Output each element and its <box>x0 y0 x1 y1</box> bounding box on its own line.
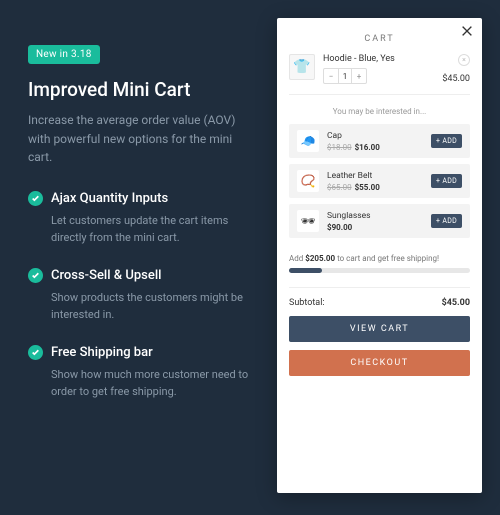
product-name: Hoodie - Blue, Yes <box>323 54 434 64</box>
qty-value: 1 <box>338 69 352 83</box>
progress-bar <box>289 268 470 273</box>
ship-text-suffix: to cart and get free shipping! <box>335 254 439 263</box>
suggestions-header: You may be interested in... <box>289 107 470 116</box>
promo-description: Increase the average order value (AOV) w… <box>28 111 258 167</box>
feature-free-shipping: Free Shipping bar Show how much more cus… <box>28 345 258 400</box>
product-thumb: 👕 <box>289 54 315 80</box>
check-icon <box>28 345 43 360</box>
quantity-stepper[interactable]: − 1 + <box>323 68 367 84</box>
subtotal-label: Subtotal: <box>289 298 325 308</box>
feature-ajax-qty: Ajax Quantity Inputs Let customers updat… <box>28 191 258 246</box>
qty-minus[interactable]: − <box>324 69 338 83</box>
progress-fill <box>289 268 322 273</box>
product-thumb: 🕶 <box>297 210 319 232</box>
ship-text-prefix: Add <box>289 254 305 263</box>
subtotal-row: Subtotal: $45.00 <box>289 287 470 308</box>
sale-price: $90.00 <box>327 223 352 232</box>
suggestion-item: 🕶 Sunglasses $90.00 + ADD <box>289 204 470 238</box>
check-icon <box>28 191 43 206</box>
feature-title: Cross-Sell & Upsell <box>51 268 161 283</box>
product-thumb: 📿 <box>297 170 319 192</box>
old-price: $18.00 <box>327 143 352 152</box>
suggestion-item: 🧢 Cap $18.00$16.00 + ADD <box>289 124 470 158</box>
feature-desc: Show products the customers might be int… <box>28 289 258 323</box>
check-icon <box>28 268 43 283</box>
feature-title: Ajax Quantity Inputs <box>51 191 168 206</box>
qty-plus[interactable]: + <box>352 69 366 83</box>
cart-title: CART <box>289 34 470 44</box>
cart-line-item: 👕 Hoodie - Blue, Yes − 1 + × $45.00 <box>289 54 470 95</box>
subtotal-value: $45.00 <box>442 298 470 308</box>
mini-cart-panel: CART 👕 Hoodie - Blue, Yes − 1 + × $45.00… <box>277 18 482 493</box>
sale-price: $16.00 <box>355 143 380 152</box>
add-button[interactable]: + ADD <box>431 174 462 188</box>
new-badge: New in 3.18 <box>28 45 100 64</box>
feature-cross-sell: Cross-Sell & Upsell Show products the cu… <box>28 268 258 323</box>
promo-panel: New in 3.18 Improved Mini Cart Increase … <box>28 42 258 422</box>
feature-desc: Show how much more customer need to orde… <box>28 366 258 400</box>
remove-icon[interactable]: × <box>458 54 470 66</box>
free-shipping-bar: Add $205.00 to cart and get free shippin… <box>289 254 470 273</box>
promo-title: Improved Mini Cart <box>28 78 258 101</box>
feature-desc: Let customers update the cart items dire… <box>28 212 258 246</box>
close-icon[interactable] <box>460 24 474 38</box>
view-cart-button[interactable]: VIEW CART <box>289 316 470 342</box>
suggestion-name: Leather Belt <box>327 171 423 181</box>
add-button[interactable]: + ADD <box>431 134 462 148</box>
old-price: $65.00 <box>327 183 352 192</box>
product-thumb: 🧢 <box>297 130 319 152</box>
suggestion-item: 📿 Leather Belt $65.00$55.00 + ADD <box>289 164 470 198</box>
ship-amount: $205.00 <box>305 254 335 263</box>
sale-price: $55.00 <box>355 183 380 192</box>
line-price: $45.00 <box>442 74 470 84</box>
checkout-button[interactable]: CHECKOUT <box>289 350 470 376</box>
suggestion-name: Sunglasses <box>327 211 423 221</box>
feature-title: Free Shipping bar <box>51 345 153 360</box>
suggestion-name: Cap <box>327 131 423 141</box>
add-button[interactable]: + ADD <box>431 214 462 228</box>
